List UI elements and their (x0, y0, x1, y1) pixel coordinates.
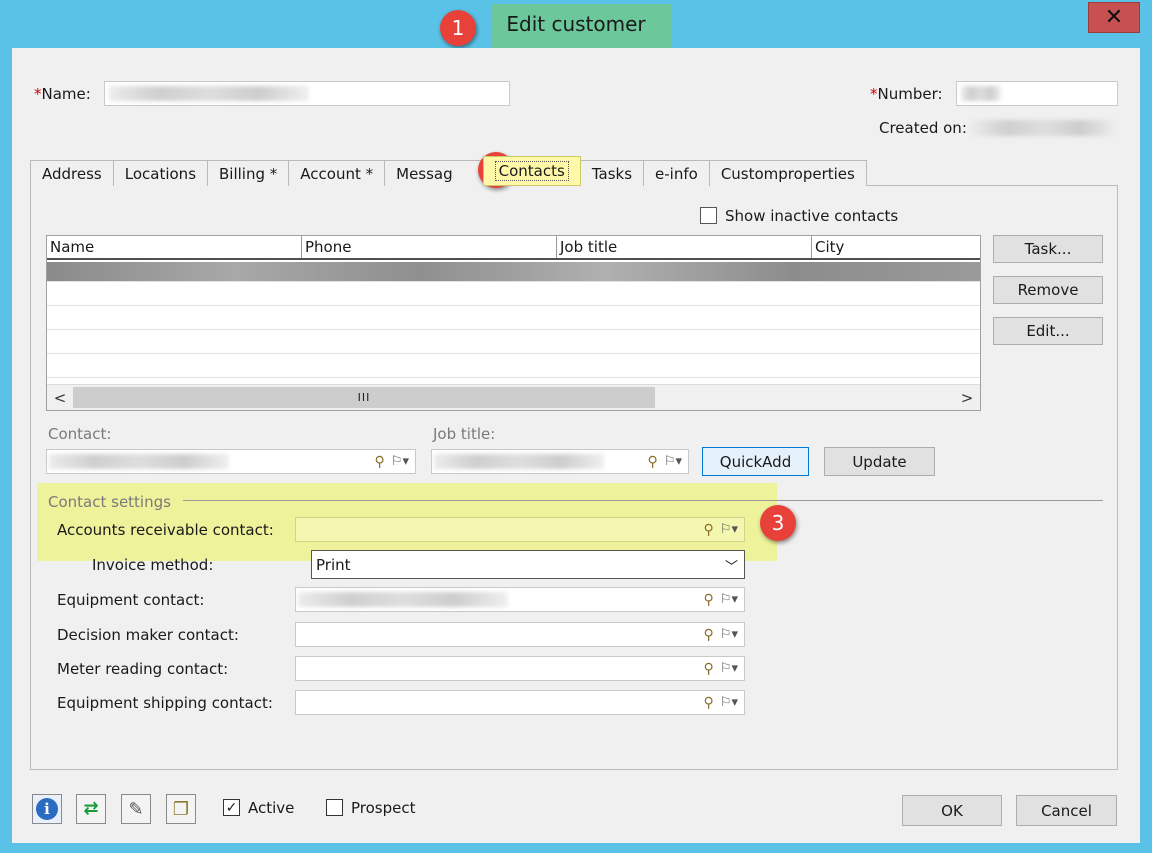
table-row[interactable] (47, 330, 980, 354)
equipment-contact-label: Equipment contact: (57, 591, 205, 609)
flag-dropdown-icon[interactable]: ⚐▾ (664, 454, 682, 469)
cancel-button[interactable]: Cancel (1016, 795, 1117, 826)
task-button[interactable]: Task... (993, 235, 1103, 263)
contacts-grid[interactable]: Name Phone Job title City < III > (46, 235, 981, 411)
table-row[interactable] (47, 262, 980, 282)
horizontal-scrollbar[interactable]: < III > (47, 384, 980, 410)
equipment-shipping-input[interactable]: ⚲ ⚐▾ (295, 690, 745, 715)
equipment-contact-input[interactable]: ⚲ ⚐▾ (295, 587, 745, 612)
search-icon[interactable]: ⚲ (375, 454, 385, 470)
show-inactive-checkbox[interactable] (700, 207, 717, 224)
flag-dropdown-icon[interactable]: ⚐▾ (720, 627, 738, 642)
name-label: *Name: (34, 85, 91, 103)
swap-icon[interactable]: ⇄ (76, 794, 106, 824)
decision-maker-label: Decision maker contact: (57, 626, 239, 644)
search-icon[interactable]: ⚲ (704, 522, 714, 538)
tab-account[interactable]: Account * (288, 160, 386, 186)
column-header-phone[interactable]: Phone (302, 236, 557, 258)
grid-header: Name Phone Job title City (47, 236, 980, 260)
contact-settings-group-label: Contact settings (48, 493, 171, 511)
attachment-icon[interactable]: ✎ (121, 794, 151, 824)
flag-dropdown-icon[interactable]: ⚐▾ (720, 592, 738, 607)
group-divider (183, 500, 1103, 501)
created-on-value (970, 118, 1118, 138)
window-title: Edit customer (506, 12, 646, 36)
created-on-label: Created on: (879, 119, 967, 137)
contact-label: Contact: (48, 425, 112, 443)
decision-maker-input[interactable]: ⚲ ⚐▾ (295, 622, 745, 647)
prospect-label: Prospect (351, 799, 416, 817)
name-input[interactable] (104, 81, 510, 106)
job-title-label: Job title: (433, 425, 496, 443)
number-input[interactable] (956, 81, 1118, 106)
flag-dropdown-icon[interactable]: ⚐▾ (720, 522, 738, 537)
column-header-city[interactable]: City (812, 236, 980, 258)
tab-contacts[interactable]: Contacts (482, 156, 581, 186)
search-icon[interactable]: ⚲ (704, 592, 714, 608)
quickadd-button[interactable]: QuickAdd (702, 447, 809, 476)
contact-input[interactable]: ⚲ ⚐▾ (46, 449, 416, 474)
flag-dropdown-icon[interactable]: ⚐▾ (720, 695, 738, 710)
column-header-job-title[interactable]: Job title (557, 236, 812, 258)
tab-messages[interactable]: Messag (384, 160, 484, 186)
chevron-down-icon: ﹀ (724, 560, 738, 575)
scroll-right-icon[interactable]: > (954, 385, 980, 410)
flag-dropdown-icon[interactable]: ⚐▾ (720, 661, 738, 676)
checkmark-icon: ✓ (225, 799, 238, 816)
invoice-method-select[interactable]: Print ﹀ (311, 550, 745, 579)
table-row[interactable] (47, 306, 980, 330)
ar-contact-label: Accounts receivable contact: (57, 521, 274, 539)
edit-button[interactable]: Edit... (993, 317, 1103, 345)
update-button[interactable]: Update (824, 447, 935, 476)
tab-strip: Address Locations Billing * Account * Me… (30, 156, 867, 186)
ar-contact-input[interactable]: ⚲ ⚐▾ (295, 517, 745, 542)
tab-tasks[interactable]: Tasks (579, 160, 645, 186)
tab-e-info[interactable]: e-info (643, 160, 710, 186)
invoice-method-value: Print (316, 556, 351, 574)
close-button[interactable]: ✕ (1088, 2, 1140, 33)
equipment-shipping-label: Equipment shipping contact: (57, 694, 273, 712)
info-icon[interactable]: i (32, 794, 62, 824)
scroll-thumb[interactable]: III (73, 387, 655, 408)
scroll-left-icon[interactable]: < (47, 385, 73, 410)
tab-locations[interactable]: Locations (112, 160, 209, 186)
flag-dropdown-icon[interactable]: ⚐▾ (391, 454, 409, 469)
active-checkbox[interactable]: ✓ (223, 799, 240, 816)
search-icon[interactable]: ⚲ (704, 661, 714, 677)
number-label: *Number: (870, 85, 943, 103)
tab-custom-properties[interactable]: Customproperties (708, 160, 867, 186)
active-label: Active (248, 799, 295, 817)
column-header-name[interactable]: Name (47, 236, 302, 258)
copy-icon[interactable]: ❐ (166, 794, 196, 824)
close-icon: ✕ (1104, 5, 1124, 30)
show-inactive-label: Show inactive contacts (725, 207, 899, 225)
table-row[interactable] (47, 354, 980, 378)
annotation-badge-3: 3 (760, 505, 796, 541)
meter-reading-input[interactable]: ⚲ ⚐▾ (295, 656, 745, 681)
search-icon[interactable]: ⚲ (704, 627, 714, 643)
ok-button[interactable]: OK (902, 795, 1002, 826)
table-row[interactable] (47, 282, 980, 306)
invoice-method-label: Invoice method: (92, 556, 214, 574)
job-title-input[interactable]: ⚲ ⚐▾ (431, 449, 689, 474)
search-icon[interactable]: ⚲ (704, 695, 714, 711)
prospect-checkbox[interactable] (326, 799, 343, 816)
tab-address[interactable]: Address (30, 160, 114, 186)
tab-billing[interactable]: Billing * (207, 160, 290, 186)
remove-button[interactable]: Remove (993, 276, 1103, 304)
search-icon[interactable]: ⚲ (648, 454, 658, 470)
meter-reading-label: Meter reading contact: (57, 660, 229, 678)
annotation-badge-1: 1 (440, 10, 476, 46)
